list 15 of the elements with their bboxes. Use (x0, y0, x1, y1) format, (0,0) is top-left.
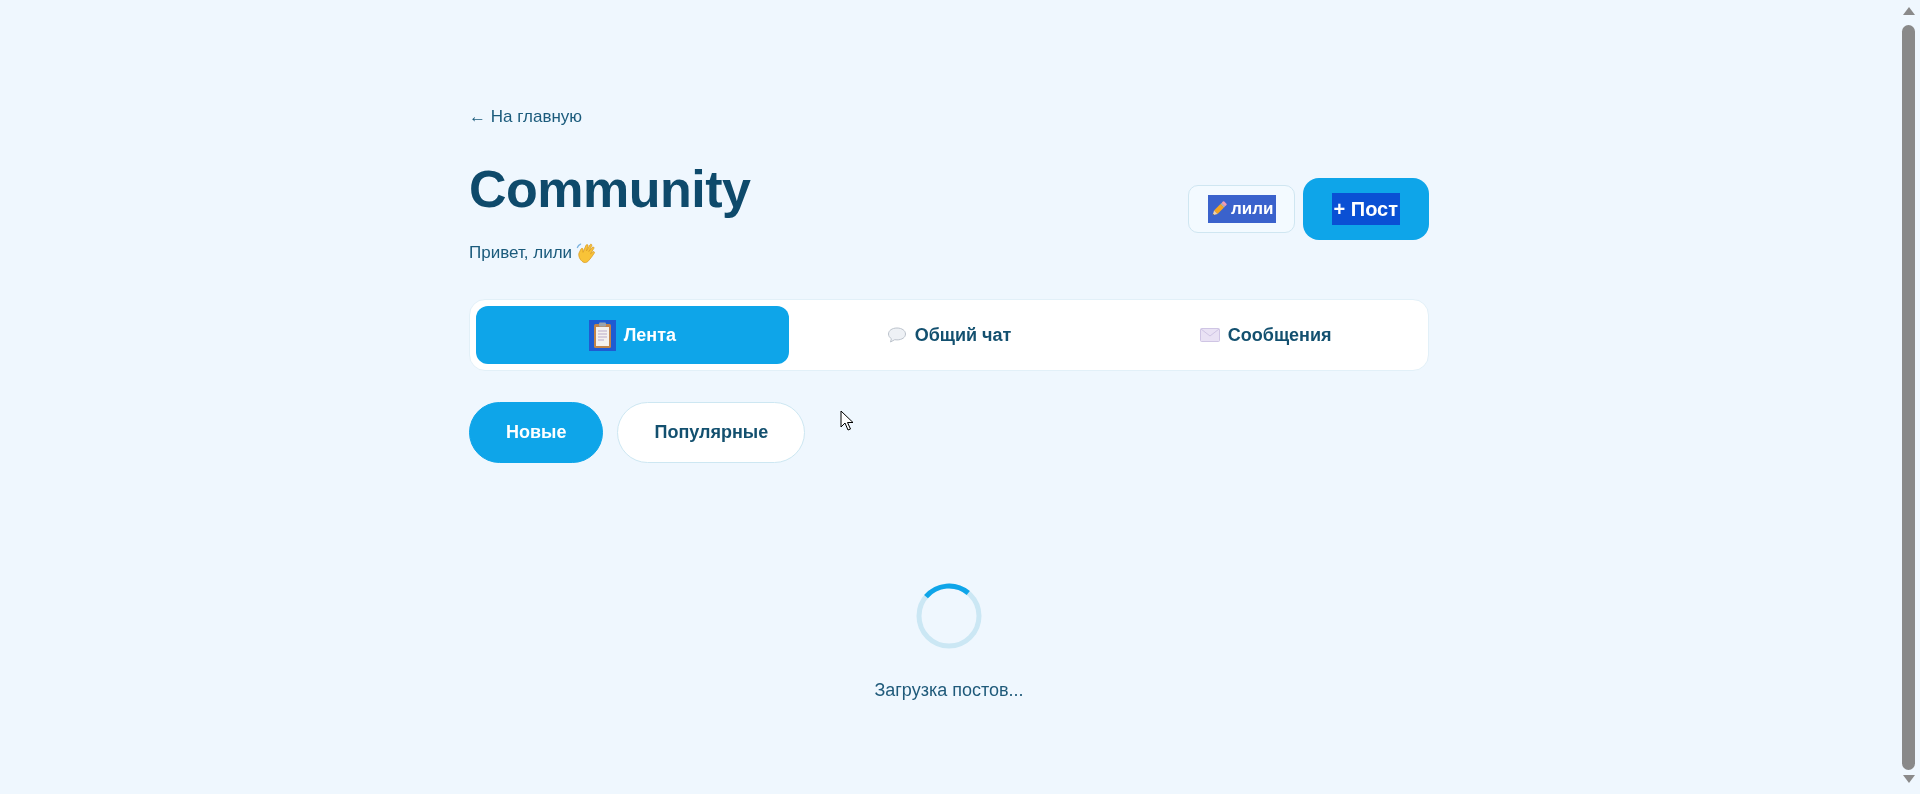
page-title: Community (469, 159, 751, 220)
tab[interactable]: Сообщения (1109, 306, 1422, 364)
loading-spinner-icon (916, 583, 982, 649)
filter-button[interactable]: Популярные (617, 402, 806, 463)
mouse-cursor-icon (840, 410, 854, 432)
back-link[interactable]: ← На главную (469, 106, 583, 128)
profile-button[interactable]: лили (1188, 185, 1295, 233)
scroll-down-arrow-icon[interactable] (1902, 774, 1916, 784)
tab[interactable]: Общий чат (792, 306, 1106, 364)
new-post-button[interactable]: + Пост (1302, 178, 1429, 240)
greeting-text: Привет, лили (469, 242, 573, 264)
loading-text: Загрузка постов... (874, 679, 1024, 702)
scroll-up-arrow-icon[interactable] (1902, 6, 1916, 16)
pencil-icon (1210, 200, 1228, 218)
scrollbar-thumb[interactable] (1902, 25, 1915, 770)
